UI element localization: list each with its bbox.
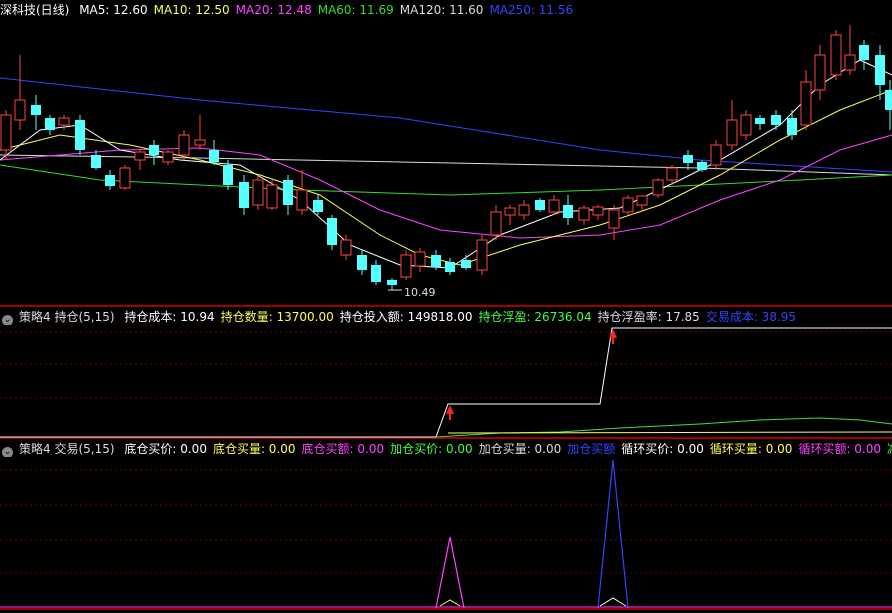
position-lines <box>0 327 892 438</box>
candlesticks <box>0 25 892 290</box>
low-price-label: 10.49 <box>404 286 436 299</box>
kline-chart-area[interactable]: 10.49 <box>0 0 892 613</box>
grid-lines <box>0 331 892 574</box>
moving-averages <box>0 59 892 269</box>
low-price-marker: 10.49 <box>388 286 436 299</box>
trade-spikes <box>0 459 892 609</box>
